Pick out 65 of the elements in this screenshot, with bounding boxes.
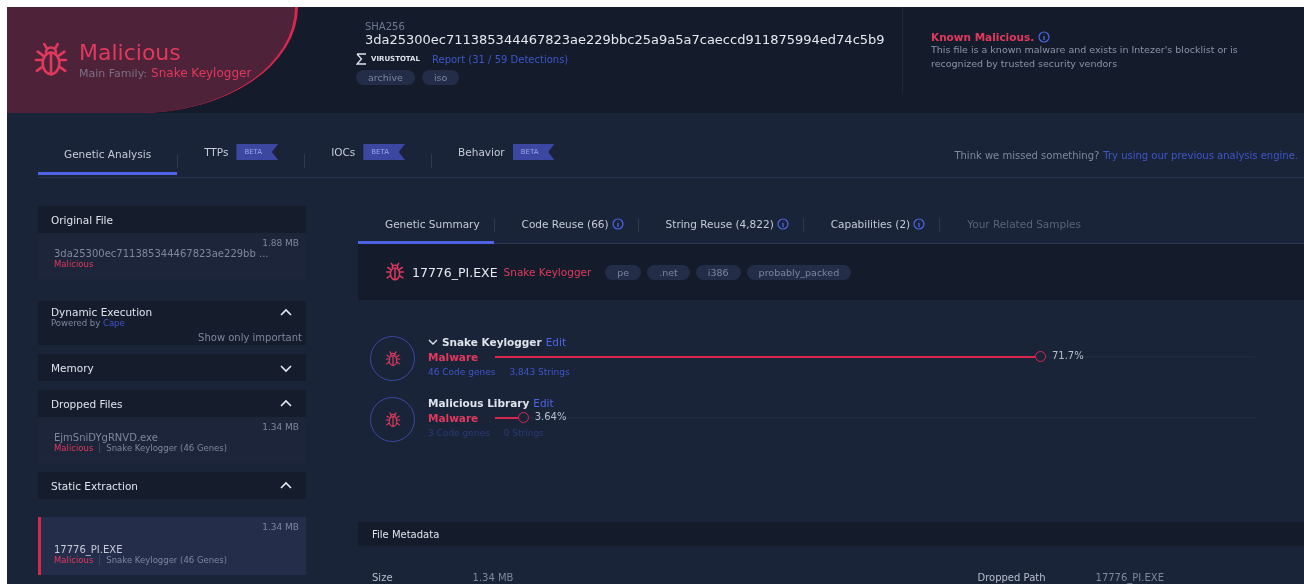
family-name: Snake Keylogger	[151, 66, 252, 80]
show-important-toggle[interactable]: Show only important	[198, 332, 302, 343]
similarity-thumb	[517, 412, 529, 423]
tab[interactable]: Capabilities (2)	[803, 206, 940, 244]
bug-icon	[383, 410, 402, 429]
file-name: EjmSniDYgRNVD.exe	[54, 432, 158, 443]
similarity-thumb	[1034, 351, 1046, 362]
tag: archive	[356, 70, 415, 85]
section-title: Dropped Files	[51, 397, 123, 410]
family-text: Snake Keylogger (46 Genes)	[106, 443, 228, 453]
metadata-label: Dropped Path	[977, 572, 1046, 583]
section-header[interactable]: Dynamic Execution Powered by Cape Show only important	[38, 301, 306, 345]
metadata-header: File Metadata	[358, 522, 1304, 546]
family-name: Snake Keylogger	[442, 336, 542, 348]
notice-title: Known Malicious.	[931, 31, 1035, 43]
file-size: 1.88 MB	[262, 238, 299, 248]
tag: i386	[695, 264, 741, 280]
section-title: Original File	[51, 213, 113, 226]
sigma-icon	[356, 53, 367, 65]
tab[interactable]: Genetic Analysis	[38, 147, 178, 175]
file-item[interactable]: 1.34 MB 17776_PI.EXE Malicious Snake Keylogger (46 Genes)	[38, 517, 306, 575]
metadata-value: 1.34 MB	[472, 572, 514, 583]
section-header[interactable]: Dropped Files	[38, 390, 306, 417]
tag: probably_packed	[746, 264, 852, 280]
metadata-value: 17776_PI.EXE	[1095, 572, 1164, 583]
metadata-label: Size	[372, 572, 393, 583]
family-label: Main Family:	[79, 67, 148, 80]
sample-name: 17776_PI.EXE	[412, 264, 498, 280]
tag: iso	[421, 70, 460, 85]
hash-label: SHA256	[365, 21, 406, 32]
info-icon	[611, 218, 624, 230]
malware-label: Malware	[428, 412, 480, 424]
info-icon	[1038, 31, 1051, 43]
info-icon	[776, 218, 789, 230]
verdict-text: Malicious	[54, 443, 94, 453]
notice-text: This file is a known malware and exists in Intezer's blocklist or is recognized by trusted security vendors	[931, 43, 1239, 71]
hash-value: 3da25300ec711385344467823ae229bbc25a9a5a7caeccd911875994ed74c5b9	[365, 32, 885, 47]
section-header[interactable]: Static Extraction	[38, 472, 306, 499]
file-size: 1.34 MB	[262, 422, 299, 432]
verdict-text: Malicious	[54, 555, 94, 565]
family-text: Snake Keylogger (46 Genes)	[106, 555, 228, 565]
file-name: 17776_PI.EXE	[54, 544, 123, 555]
file-name: 3da25300ec711385344467823ae229bb ...	[54, 248, 270, 259]
hint-text: Think we missed something?	[954, 150, 1100, 161]
bug-icon	[383, 349, 402, 368]
chevron-down-icon	[428, 338, 438, 346]
section-title: Memory	[51, 361, 94, 374]
powered-by-text: Powered by Cape	[51, 318, 126, 328]
verdict-title: Malicious	[79, 40, 182, 66]
section-title: Static Extraction	[51, 479, 138, 492]
family-name: Snake Keylogger	[503, 266, 592, 278]
tag: pe	[605, 264, 642, 280]
tag: .net	[647, 264, 690, 280]
file-size: 1.34 MB	[262, 522, 299, 532]
section-header[interactable]: Memory	[38, 354, 306, 381]
section-title: Dynamic Execution	[51, 306, 153, 318]
tab[interactable]: String Reuse (4,822)	[638, 206, 803, 244]
verdict-text: Malicious	[54, 259, 94, 269]
tab[interactable]: Code Reuse (66)	[494, 206, 638, 244]
family-name: Malicious Library	[428, 397, 530, 409]
info-icon	[913, 218, 926, 230]
similarity-reading: 71.7%	[1051, 350, 1084, 361]
similarity-reading: 3.64%	[534, 411, 567, 422]
bug-icon	[384, 261, 406, 283]
malware-label: Malware	[428, 351, 480, 363]
